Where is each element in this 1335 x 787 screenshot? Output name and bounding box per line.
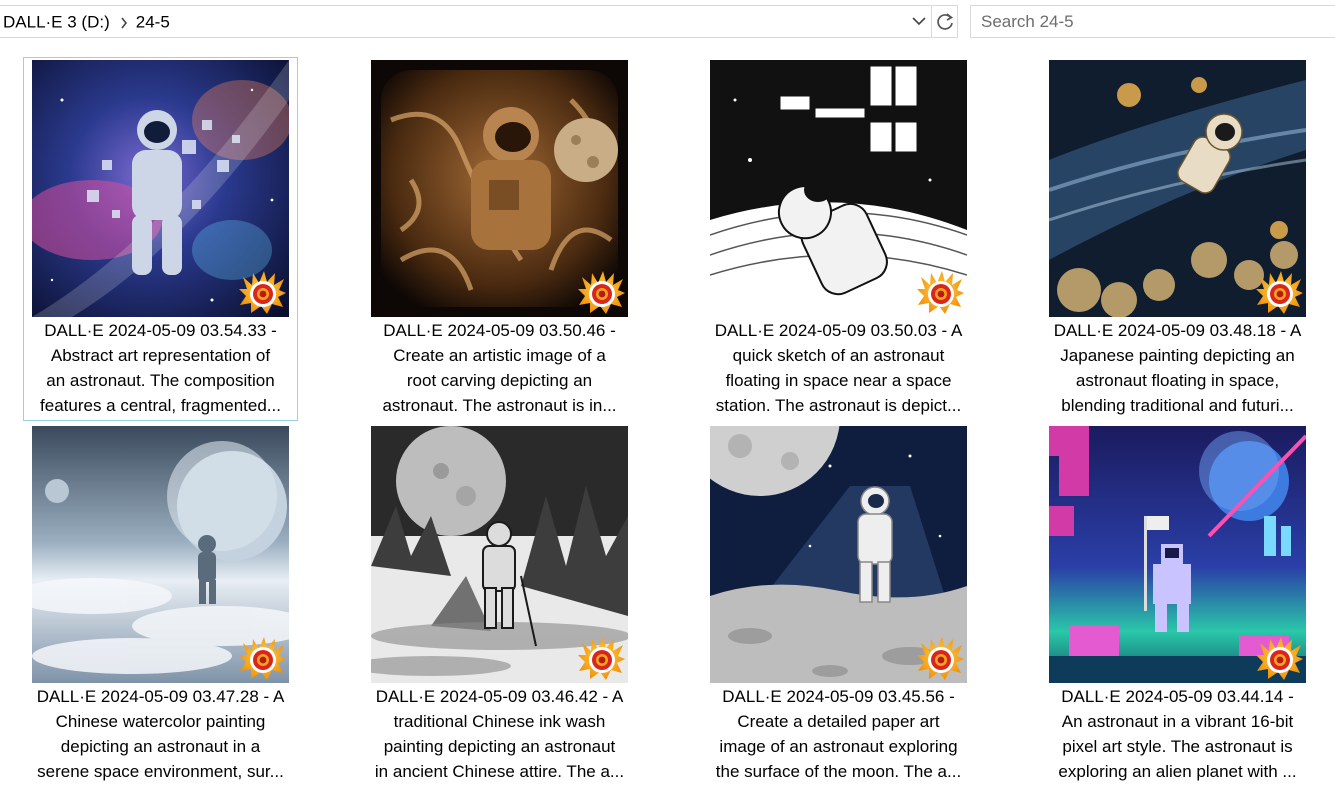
file-name: DALL·E 2024-05-09 03.46.42 - Atraditiona… (374, 687, 625, 781)
file-item[interactable]: DALL·E 2024-05-09 03.54.33 - Abstract art… (23, 57, 298, 421)
file-thumbnail (710, 426, 967, 683)
xnview-icon (237, 269, 287, 315)
chevron-right-icon[interactable] (120, 17, 128, 29)
file-item[interactable]: DALL·E 2024-05-09 03.50.46 - Create an ar… (362, 57, 637, 421)
file-thumbnail (371, 426, 628, 683)
file-item[interactable]: DALL·E 2024-05-09 03.44.14 - An astronaut… (1040, 423, 1315, 787)
file-name: DALL·E 2024-05-09 03.48.18 - A Japanese p… (1053, 321, 1302, 415)
file-thumbnail (1049, 426, 1306, 683)
file-thumbnail (32, 60, 289, 317)
file-thumbnail (1049, 60, 1306, 317)
file-name: DALL·E 2024-05-09 03.45.56 - Create a det… (715, 687, 962, 781)
breadcrumb: DALL·E 3 (D:) 24-5 (3, 12, 170, 33)
address-bar[interactable]: DALL·E 3 (D:) 24-5 (0, 5, 958, 38)
xnview-icon (1254, 269, 1304, 315)
breadcrumb-item-drive[interactable]: DALL·E 3 (D:) (3, 13, 110, 32)
address-dropdown-button[interactable] (908, 6, 930, 37)
file-item[interactable]: DALL·E 2024-05-09 03.48.18 - A Japanese p… (1040, 57, 1315, 421)
file-item[interactable]: DALL·E 2024-05-09 03.47.28 - A Chinese wa… (23, 423, 298, 787)
file-thumbnail (371, 60, 628, 317)
xnview-icon (576, 635, 626, 681)
file-item[interactable]: DALL·E 2024-05-09 03.50.03 - Aquick sket… (701, 57, 976, 421)
file-name: DALL·E 2024-05-09 03.50.03 - Aquick sket… (714, 321, 963, 415)
file-thumbnail (710, 60, 967, 317)
file-name: DALL·E 2024-05-09 03.47.28 - A Chinese wa… (36, 687, 285, 781)
breadcrumb-item-folder[interactable]: 24-5 (136, 13, 170, 32)
xnview-icon (576, 269, 626, 315)
chevron-down-icon (912, 17, 926, 26)
search-box[interactable] (970, 5, 1335, 38)
file-item[interactable]: DALL·E 2024-05-09 03.45.56 - Create a det… (701, 423, 976, 787)
file-thumbnail (32, 426, 289, 683)
refresh-icon (937, 13, 954, 30)
xnview-icon (1254, 635, 1304, 681)
file-name: DALL·E 2024-05-09 03.50.46 - Create an ar… (382, 321, 617, 415)
refresh-button[interactable] (931, 6, 958, 37)
search-input[interactable] (971, 6, 1335, 37)
file-name: DALL·E 2024-05-09 03.54.33 - Abstract art… (40, 321, 281, 415)
file-item[interactable]: DALL·E 2024-05-09 03.46.42 - Atraditiona… (362, 423, 637, 787)
file-name: DALL·E 2024-05-09 03.44.14 - An astronaut… (1058, 687, 1297, 781)
xnview-icon (915, 635, 965, 681)
xnview-icon (237, 635, 287, 681)
xnview-icon (915, 269, 965, 315)
